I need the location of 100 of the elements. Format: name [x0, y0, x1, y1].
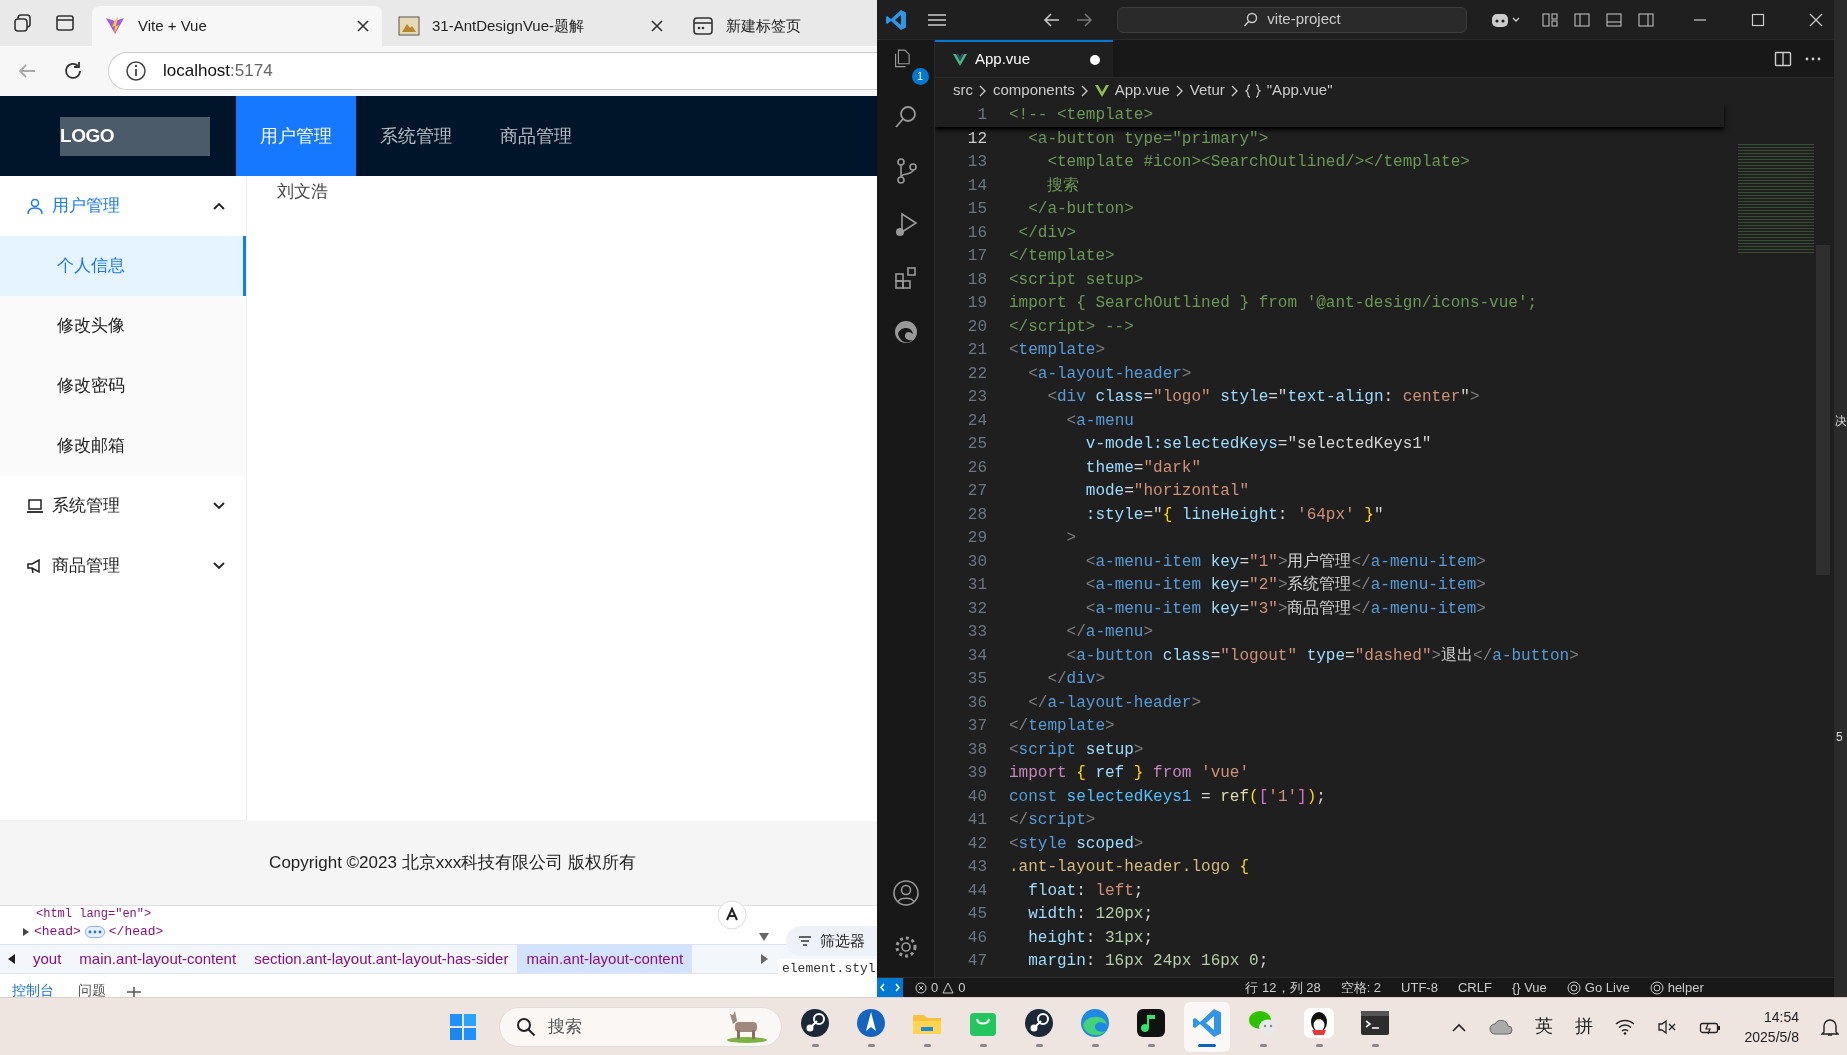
broadcast-icon — [1566, 980, 1581, 995]
submenu-title[interactable]: 系统管理 — [0, 476, 246, 536]
reload-icon[interactable] — [62, 60, 84, 82]
code-line: <!-- <template> — [1008, 105, 1154, 126]
line-number: 37 — [966, 716, 988, 738]
address-field[interactable]: localhost:5174 — [108, 52, 877, 90]
split-editor-icon[interactable] — [1774, 49, 1792, 68]
line-number: 42 — [966, 833, 988, 855]
problems-status[interactable]: 0 0 — [915, 977, 966, 998]
breadcrumb-item[interactable]: yout — [24, 945, 71, 973]
submenu-item[interactable]: 修改密码 — [0, 356, 246, 416]
breadcrumb-item[interactable]: components — [993, 79, 1075, 102]
layout-icon[interactable] — [1637, 11, 1655, 28]
code-line: theme="dark" — [1084, 457, 1202, 479]
code-line: <a-menu-item key="2">系统管理</a-menu-item> — [1084, 574, 1486, 597]
line-number: 19 — [966, 293, 988, 315]
status-item[interactable]: {} Vue — [1511, 977, 1547, 998]
account-icon[interactable] — [891, 879, 920, 907]
line-number: 33 — [966, 622, 988, 644]
code-line: <template #icon><SearchOutlined/></template> — [1046, 152, 1470, 174]
line-number: 14 — [966, 175, 988, 197]
status-item[interactable]: 空格: 2 — [1340, 977, 1382, 998]
submenu-item[interactable]: 修改头像 — [0, 296, 246, 356]
status-item[interactable]: 行 12，列 28 — [1245, 977, 1321, 998]
line-number: 18 — [966, 269, 988, 291]
clock-date[interactable]: 2025/5/8 — [1744, 1026, 1799, 1047]
clock-time[interactable]: 14:54 — [1763, 1006, 1799, 1027]
head-tag[interactable]: </head> — [108, 922, 164, 942]
breadcrumb-item[interactable]: main.ant-layout-content — [517, 945, 693, 973]
wifi-icon[interactable] — [1614, 1018, 1635, 1035]
head-tag[interactable]: <head> — [34, 922, 81, 942]
notification-bell-icon[interactable] — [1821, 1016, 1839, 1037]
code-line: <a-button type="primary"> — [1027, 128, 1269, 150]
nav-menu-item[interactable]: 用户管理 — [236, 96, 356, 176]
input-method-indicator[interactable]: 英 — [1534, 1013, 1553, 1040]
ellipsis-icon[interactable] — [84, 926, 105, 938]
inspect-icon[interactable] — [717, 900, 747, 930]
code-line: <a-menu — [1065, 410, 1134, 432]
devtools-tab[interactable]: 问题 — [74, 979, 110, 997]
vue-logo-icon — [953, 53, 967, 66]
code-line: </template> — [1008, 716, 1115, 738]
chevron-right-icon — [1080, 84, 1089, 97]
code-line: </div> — [1017, 222, 1077, 244]
browser-tab[interactable]: 新建标签页 — [680, 6, 877, 46]
breadcrumb-item[interactable]: App.vue — [1114, 79, 1170, 102]
expand-arrow-icon[interactable] — [22, 927, 30, 937]
remote-icon[interactable] — [877, 978, 903, 997]
submenu-title[interactable]: 用户管理 — [0, 176, 246, 236]
back-icon[interactable] — [1043, 11, 1061, 28]
line-number: 12 — [966, 128, 988, 150]
nav-menu-item[interactable]: 系统管理 — [356, 96, 476, 176]
breadcrumb-item[interactable]: "App.vue" — [1266, 79, 1333, 102]
browser-tab[interactable]: 31-AntDesignVue-题解 — [386, 6, 676, 46]
status-item[interactable]: CRLF — [1457, 977, 1492, 998]
code-line: </a-button> — [1027, 199, 1134, 221]
layout-icon[interactable] — [1541, 11, 1559, 28]
line-number: 28 — [966, 504, 988, 526]
breadcrumb-item[interactable]: src — [953, 79, 973, 102]
scroll-down-icon[interactable] — [758, 932, 770, 942]
maximize-icon[interactable] — [1751, 12, 1765, 27]
code-line: v-model:selectedKeys="selectedKeys1" — [1084, 434, 1432, 456]
command-search-field[interactable]: vite-project — [1117, 6, 1467, 33]
status-item[interactable]: helper — [1649, 977, 1704, 998]
code-line: </script> --> — [1008, 316, 1134, 338]
add-tab-icon[interactable] — [126, 987, 142, 997]
code-line: width: 120px; — [1027, 904, 1154, 926]
status-item[interactable]: UTF-8 — [1401, 977, 1438, 998]
forward-icon[interactable] — [1075, 11, 1093, 28]
code-line: <a-menu-item key="1">用户管理</a-menu-item> — [1084, 551, 1486, 573]
workspaces-icon[interactable] — [12, 12, 34, 34]
nav-menu-item[interactable]: 商品管理 — [476, 96, 596, 176]
submenu-item[interactable]: 个人信息 — [0, 236, 246, 296]
submenu-title[interactable]: 商品管理 — [0, 536, 246, 596]
browser-tab[interactable]: Vite + Vue — [92, 6, 382, 46]
close-icon[interactable] — [356, 19, 370, 33]
breadcrumb-item[interactable]: main.ant-layout-content — [70, 945, 246, 973]
edge-icon — [1079, 1006, 1111, 1039]
cloud-icon[interactable] — [1488, 1018, 1513, 1035]
menu-icon[interactable] — [927, 11, 947, 28]
code-line: <script setup> — [1008, 739, 1144, 761]
filter-button[interactable]: 筛选器 — [786, 926, 877, 956]
editor-tab[interactable]: App.vue — [935, 40, 1113, 77]
breadcrumb-item[interactable]: section.ant-layout.ant-layout-has-sider — [245, 945, 518, 973]
close-icon[interactable] — [650, 19, 664, 33]
tab-favicon-icon — [398, 15, 420, 37]
taskbar-search-field[interactable]: 搜索 — [499, 1006, 782, 1047]
filter-icon — [798, 935, 812, 947]
layout-icon[interactable] — [1573, 11, 1591, 28]
line-number: 36 — [966, 692, 988, 714]
status-item[interactable]: Go Live — [1566, 977, 1630, 998]
music-icon — [1135, 1006, 1167, 1039]
submenu-item[interactable]: 修改邮箱 — [0, 416, 246, 476]
layout-icon[interactable] — [1605, 11, 1623, 28]
tab-actions-icon[interactable] — [54, 12, 76, 34]
speaker-muted-icon[interactable] — [1656, 1018, 1677, 1035]
input-method-indicator[interactable]: 拼 — [1574, 1013, 1593, 1040]
code-line: <a-button class="logout" type="dashed">退出</a-button> — [1065, 645, 1579, 667]
vscode-logo-icon — [885, 8, 907, 31]
info-icon[interactable] — [125, 60, 147, 82]
breadcrumb-item[interactable]: Vetur — [1189, 79, 1225, 102]
